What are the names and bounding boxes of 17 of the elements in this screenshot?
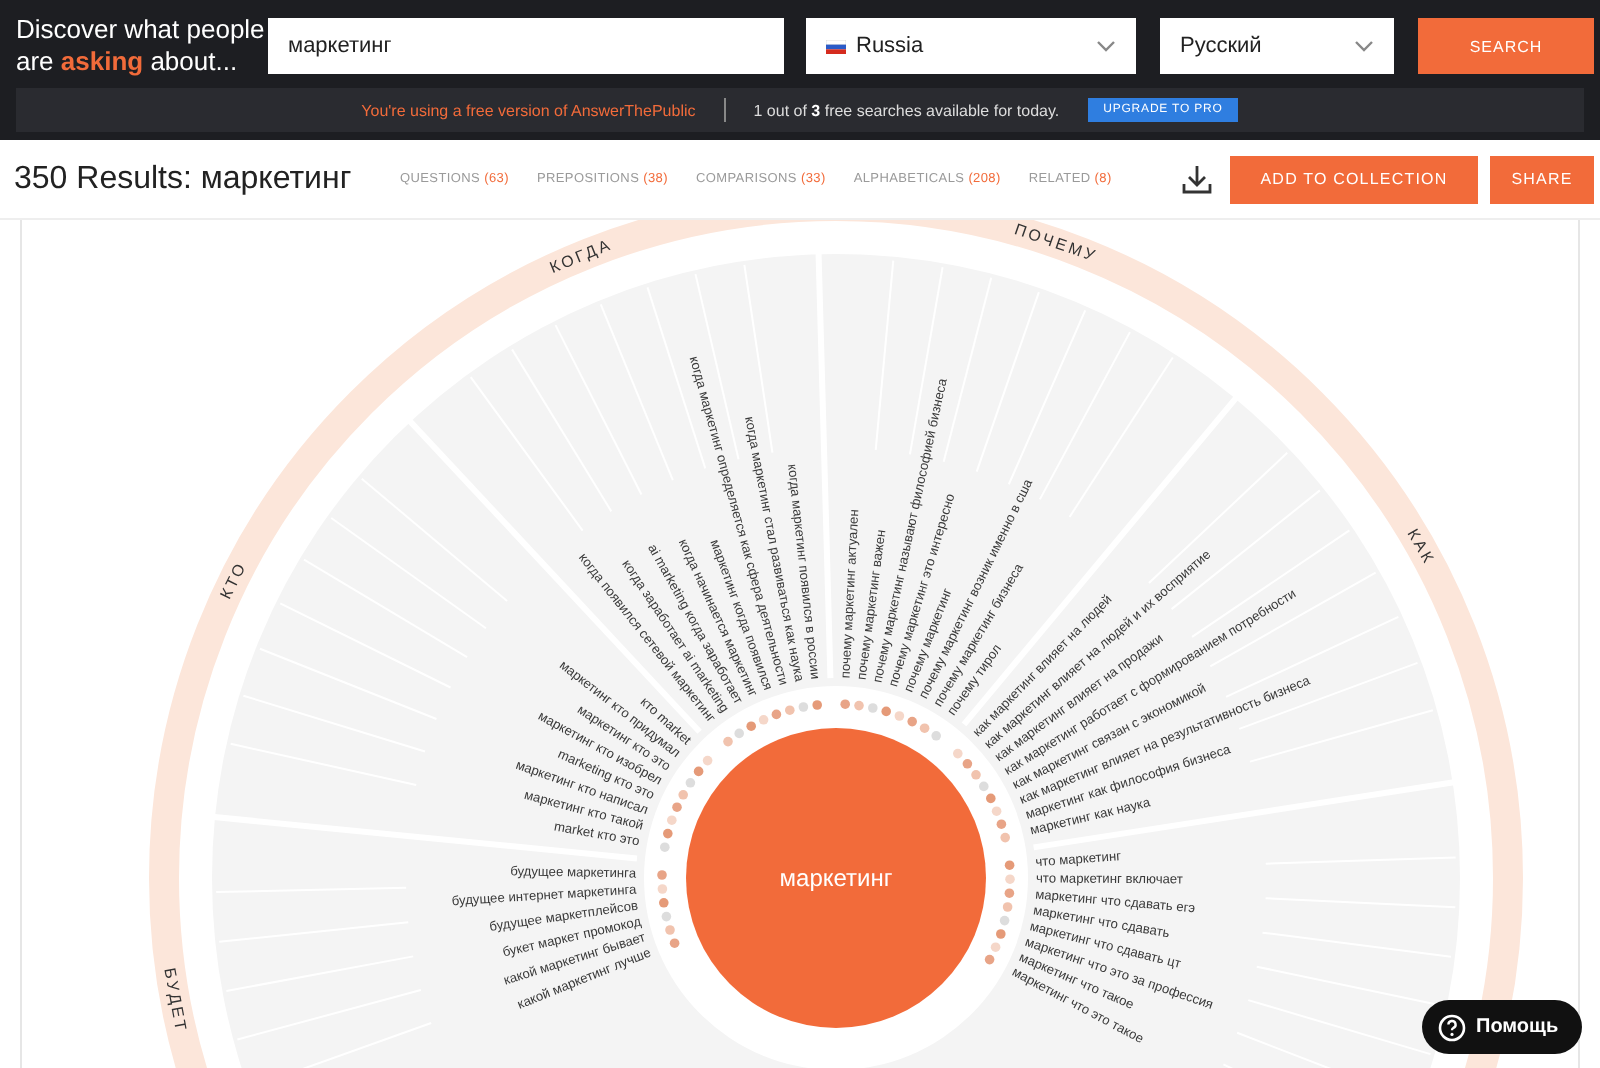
center-label: маркетинг xyxy=(779,864,893,892)
language-dropdown[interactable]: Русский xyxy=(1160,18,1394,74)
section-label: КТО xyxy=(216,558,251,603)
flag-icon xyxy=(826,39,846,53)
search-quota-text: 1 out of 3 free searches available for today. xyxy=(753,101,1060,119)
question-icon xyxy=(1438,1013,1466,1041)
tagline: Discover what people are asking about... xyxy=(16,14,267,78)
chevron-down-icon xyxy=(1354,40,1374,52)
chevron-down-icon xyxy=(1096,40,1116,52)
section-label: БУДЕТ xyxy=(160,966,191,1035)
download-icon[interactable] xyxy=(1182,164,1212,194)
section-label: КАК xyxy=(1403,526,1439,569)
results-title: 350 Results: маркетинг xyxy=(14,161,354,197)
free-version-notice: You're using a free version of AnswerThePublic xyxy=(361,101,696,119)
country-dropdown[interactable]: Russia xyxy=(806,18,1136,74)
search-field[interactable]: маркетинг xyxy=(268,18,784,74)
help-button[interactable]: Помощь xyxy=(1422,1000,1583,1054)
